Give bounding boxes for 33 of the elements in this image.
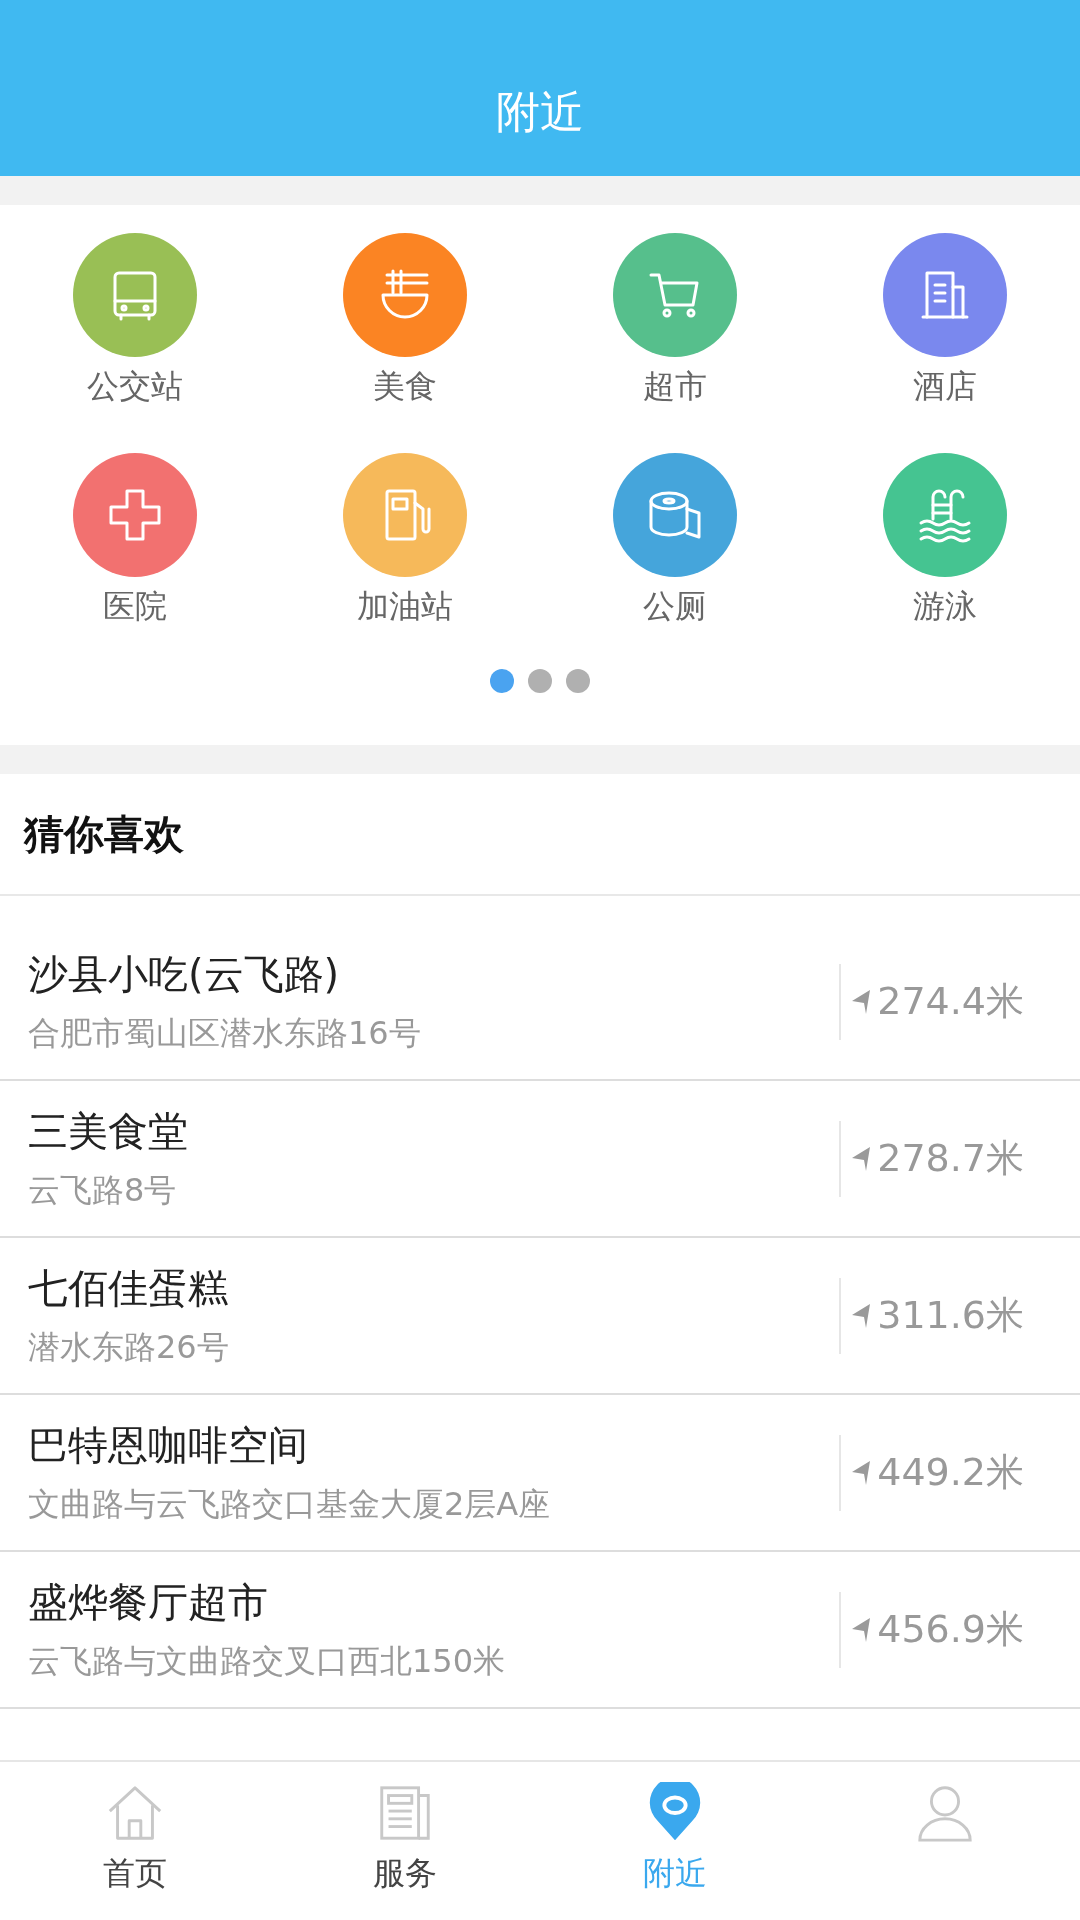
section-title: 猜你喜欢 bbox=[24, 809, 184, 859]
distance: 456.9米 bbox=[877, 1606, 1024, 1653]
distance: 274.4米 bbox=[877, 978, 1024, 1025]
category-button[interactable]: 加油站 bbox=[315, 453, 495, 629]
page-dot[interactable] bbox=[566, 669, 590, 693]
place-row[interactable]: 沙县小吃(云飞路) 合肥市蜀山区潜水东路16号 274.4米 bbox=[0, 924, 1080, 1081]
page-dot[interactable] bbox=[528, 669, 552, 693]
place-name: 巴特恩咖啡空间 bbox=[28, 1421, 309, 1470]
place-address: 合肥市蜀山区潜水东路16号 bbox=[28, 1013, 422, 1054]
place-row[interactable]: 七佰佳蛋糕 潜水东路26号 311.6米 bbox=[0, 1238, 1080, 1395]
place-name: 七佰佳蛋糕 bbox=[28, 1264, 229, 1313]
category-button[interactable]: 公厕 bbox=[585, 453, 765, 629]
place-address: 云飞路8号 bbox=[28, 1170, 178, 1211]
place-name: 沙县小吃(云飞路) bbox=[28, 950, 341, 999]
category-button[interactable]: 公交站 bbox=[45, 233, 225, 409]
place-row[interactable]: 三美食堂 云飞路8号 278.7米 bbox=[0, 1081, 1080, 1238]
distance: 311.6米 bbox=[877, 1292, 1024, 1339]
page-title: 附近 bbox=[496, 84, 584, 139]
place-name: 盛烨餐厅超市 bbox=[28, 1578, 269, 1627]
category-button[interactable]: 酒店 bbox=[855, 233, 1035, 409]
place-name: 三美食堂 bbox=[28, 1107, 189, 1156]
place-address: 云飞路与文曲路交叉口西北150米 bbox=[28, 1641, 507, 1682]
distance: 449.2米 bbox=[877, 1449, 1024, 1496]
place-row[interactable]: 巴特恩咖啡空间 文曲路与云飞路交口基金大厦2层A座 449.2米 bbox=[0, 1395, 1080, 1552]
page-dot[interactable] bbox=[490, 669, 514, 693]
distance: 278.7米 bbox=[877, 1135, 1024, 1182]
place-address: 潜水东路26号 bbox=[28, 1327, 230, 1368]
place-row[interactable]: 盛烨餐厅超市 云飞路与文曲路交叉口西北150米 456.9米 bbox=[0, 1552, 1080, 1709]
category-button[interactable]: 超市 bbox=[585, 233, 765, 409]
category-button[interactable]: 医院 bbox=[45, 453, 225, 629]
place-address: 文曲路与云飞路交口基金大厦2层A座 bbox=[28, 1484, 552, 1525]
category-button[interactable]: 美食 bbox=[315, 233, 495, 409]
category-button[interactable]: 游泳 bbox=[855, 453, 1035, 629]
